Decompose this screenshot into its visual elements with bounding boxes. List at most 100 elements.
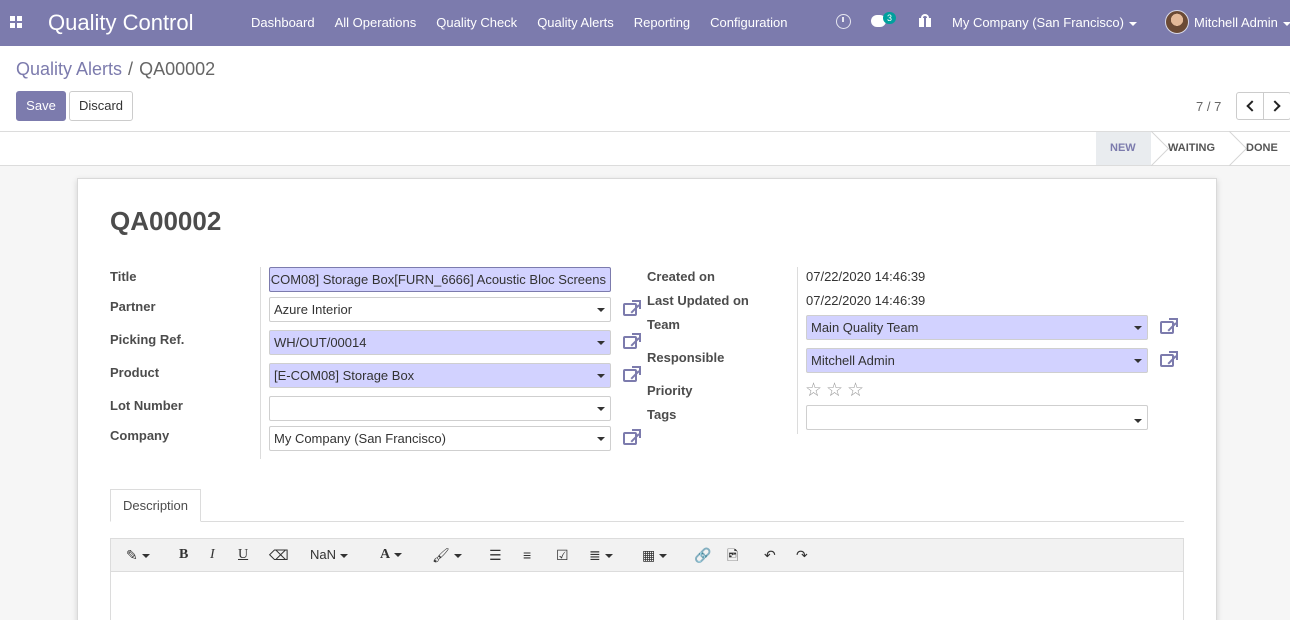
external-link-icon[interactable] bbox=[623, 429, 641, 445]
redo-icon[interactable]: ↷ bbox=[796, 546, 808, 564]
partner-value: Azure Interior bbox=[274, 302, 353, 317]
dropdown-arrow-icon bbox=[1134, 326, 1142, 330]
team-select[interactable]: Main Quality Team bbox=[806, 315, 1148, 340]
priority-label: Priority bbox=[647, 383, 693, 398]
priority-star-icon[interactable]: ☆ bbox=[847, 379, 864, 402]
checklist-icon[interactable]: ☑ bbox=[556, 546, 569, 564]
user-name: Mitchell Admin bbox=[1194, 15, 1278, 30]
title-label: Title bbox=[110, 269, 137, 284]
main-menu: Dashboard All Operations Quality Check Q… bbox=[241, 0, 797, 46]
menu-dashboard[interactable]: Dashboard bbox=[241, 0, 325, 46]
product-label: Product bbox=[110, 365, 160, 380]
magic-wand-icon[interactable]: ✎ bbox=[126, 546, 150, 564]
discard-button[interactable]: Discard bbox=[69, 91, 133, 121]
last-updated-value: 07/22/2020 14:46:39 bbox=[806, 293, 926, 308]
dropdown-arrow-icon bbox=[597, 341, 605, 345]
chevron-right-icon bbox=[1269, 100, 1281, 112]
tabs-divider bbox=[110, 521, 1184, 522]
dropdown-arrow-icon bbox=[597, 308, 605, 312]
menu-configuration[interactable]: Configuration bbox=[700, 0, 797, 46]
user-menu[interactable]: Mitchell Admin bbox=[1194, 15, 1290, 30]
lot-number-label: Lot Number bbox=[110, 398, 183, 413]
stage-done[interactable]: Done bbox=[1232, 132, 1290, 165]
created-on-value: 07/22/2020 14:46:39 bbox=[806, 269, 926, 284]
title-value: [E-COM08] Storage Box[FURN_6666] Acousti… bbox=[269, 272, 606, 287]
team-label: Team bbox=[647, 317, 680, 332]
numbered-list-icon[interactable]: ≡ bbox=[523, 546, 531, 564]
chevron-left-icon bbox=[1246, 100, 1258, 112]
menu-reporting[interactable]: Reporting bbox=[624, 0, 700, 46]
picking-ref-value: WH/OUT/00014 bbox=[274, 335, 367, 350]
underline-icon[interactable]: U bbox=[238, 546, 248, 564]
breadcrumb-parent[interactable]: Quality Alerts bbox=[16, 59, 122, 79]
external-link-icon[interactable] bbox=[623, 366, 641, 382]
responsible-value: Mitchell Admin bbox=[811, 353, 895, 368]
partner-select[interactable]: Azure Interior bbox=[269, 297, 611, 322]
company-switcher[interactable]: My Company (San Francisco) bbox=[952, 15, 1137, 30]
tags-select[interactable] bbox=[806, 405, 1148, 430]
user-avatar[interactable] bbox=[1165, 10, 1189, 34]
breadcrumb-separator: / bbox=[128, 59, 134, 79]
product-value: [E-COM08] Storage Box bbox=[274, 368, 415, 383]
tags-label: Tags bbox=[647, 407, 677, 422]
eraser-icon[interactable]: ⌫ bbox=[269, 546, 289, 564]
app-title[interactable]: Quality Control bbox=[48, 10, 194, 36]
font-color-icon[interactable]: A bbox=[380, 546, 403, 564]
gift-icon[interactable] bbox=[919, 14, 931, 27]
save-button[interactable]: Save bbox=[16, 91, 66, 121]
undo-icon[interactable]: ↶ bbox=[764, 546, 776, 564]
link-icon[interactable]: 🔗 bbox=[694, 546, 711, 564]
company-select[interactable]: My Company (San Francisco) bbox=[269, 426, 611, 451]
italic-icon[interactable]: I bbox=[210, 546, 215, 564]
breadcrumb-current: QA00002 bbox=[139, 59, 216, 79]
dropdown-arrow-icon bbox=[1134, 359, 1142, 363]
dropdown-arrow-icon bbox=[597, 374, 605, 378]
picking-ref-select[interactable]: WH/OUT/00014 bbox=[269, 330, 611, 355]
paint-brush-icon[interactable]: 🖌 bbox=[432, 546, 462, 564]
dropdown-arrow-icon bbox=[1134, 419, 1142, 423]
apps-menu-icon[interactable] bbox=[10, 16, 22, 28]
external-link-icon[interactable] bbox=[1160, 351, 1178, 367]
status-bar: New Waiting Done bbox=[0, 131, 1290, 166]
menu-all-operations[interactable]: All Operations bbox=[325, 0, 427, 46]
partner-label: Partner bbox=[110, 299, 156, 314]
chevron-down-icon bbox=[1282, 21, 1290, 26]
priority-star-icon[interactable]: ☆ bbox=[805, 379, 822, 402]
font-size-dropdown[interactable]: NaN bbox=[310, 546, 349, 564]
external-link-icon[interactable] bbox=[623, 300, 641, 316]
menu-quality-check[interactable]: Quality Check bbox=[426, 0, 527, 46]
bold-icon[interactable]: B bbox=[179, 546, 188, 564]
pager-previous-button[interactable] bbox=[1236, 92, 1264, 120]
top-navbar: Quality Control Dashboard All Operations… bbox=[0, 0, 1290, 46]
responsible-label: Responsible bbox=[647, 350, 725, 365]
tab-description[interactable]: Description bbox=[110, 489, 201, 522]
lot-number-select[interactable] bbox=[269, 396, 611, 421]
align-icon[interactable]: ≣ bbox=[589, 546, 613, 564]
dropdown-arrow-icon bbox=[597, 437, 605, 441]
company-label: Company bbox=[110, 428, 170, 443]
dropdown-arrow-icon bbox=[597, 407, 605, 411]
record-name: QA00002 bbox=[110, 206, 222, 236]
image-icon[interactable]: 🖻 bbox=[727, 546, 738, 564]
bullet-list-icon[interactable]: ☰ bbox=[489, 546, 502, 564]
product-select[interactable]: [E-COM08] Storage Box bbox=[269, 363, 611, 388]
chat-count-badge: 3 bbox=[883, 12, 897, 24]
priority-star-icon[interactable]: ☆ bbox=[826, 379, 843, 402]
external-link-icon[interactable] bbox=[623, 333, 641, 349]
picking-ref-label: Picking Ref. bbox=[110, 332, 185, 347]
pager-next-button[interactable] bbox=[1263, 92, 1290, 120]
external-link-icon[interactable] bbox=[1160, 318, 1178, 334]
team-value: Main Quality Team bbox=[811, 320, 919, 335]
responsible-select[interactable]: Mitchell Admin bbox=[806, 348, 1148, 373]
left-group-divider bbox=[260, 267, 261, 459]
activity-clock-icon[interactable] bbox=[836, 14, 851, 29]
pager-value[interactable]: 7 / 7 bbox=[1196, 99, 1221, 114]
title-input[interactable]: [E-COM08] Storage Box[FURN_6666] Acousti… bbox=[269, 267, 611, 292]
menu-quality-alerts[interactable]: Quality Alerts bbox=[527, 0, 624, 46]
company-value: My Company (San Francisco) bbox=[274, 431, 446, 446]
description-editor[interactable] bbox=[110, 571, 1184, 620]
last-updated-label: Last Updated on bbox=[647, 293, 749, 308]
chevron-down-icon bbox=[1128, 21, 1137, 26]
company-name: My Company (San Francisco) bbox=[952, 15, 1124, 30]
table-icon[interactable]: ▦ bbox=[642, 546, 668, 564]
